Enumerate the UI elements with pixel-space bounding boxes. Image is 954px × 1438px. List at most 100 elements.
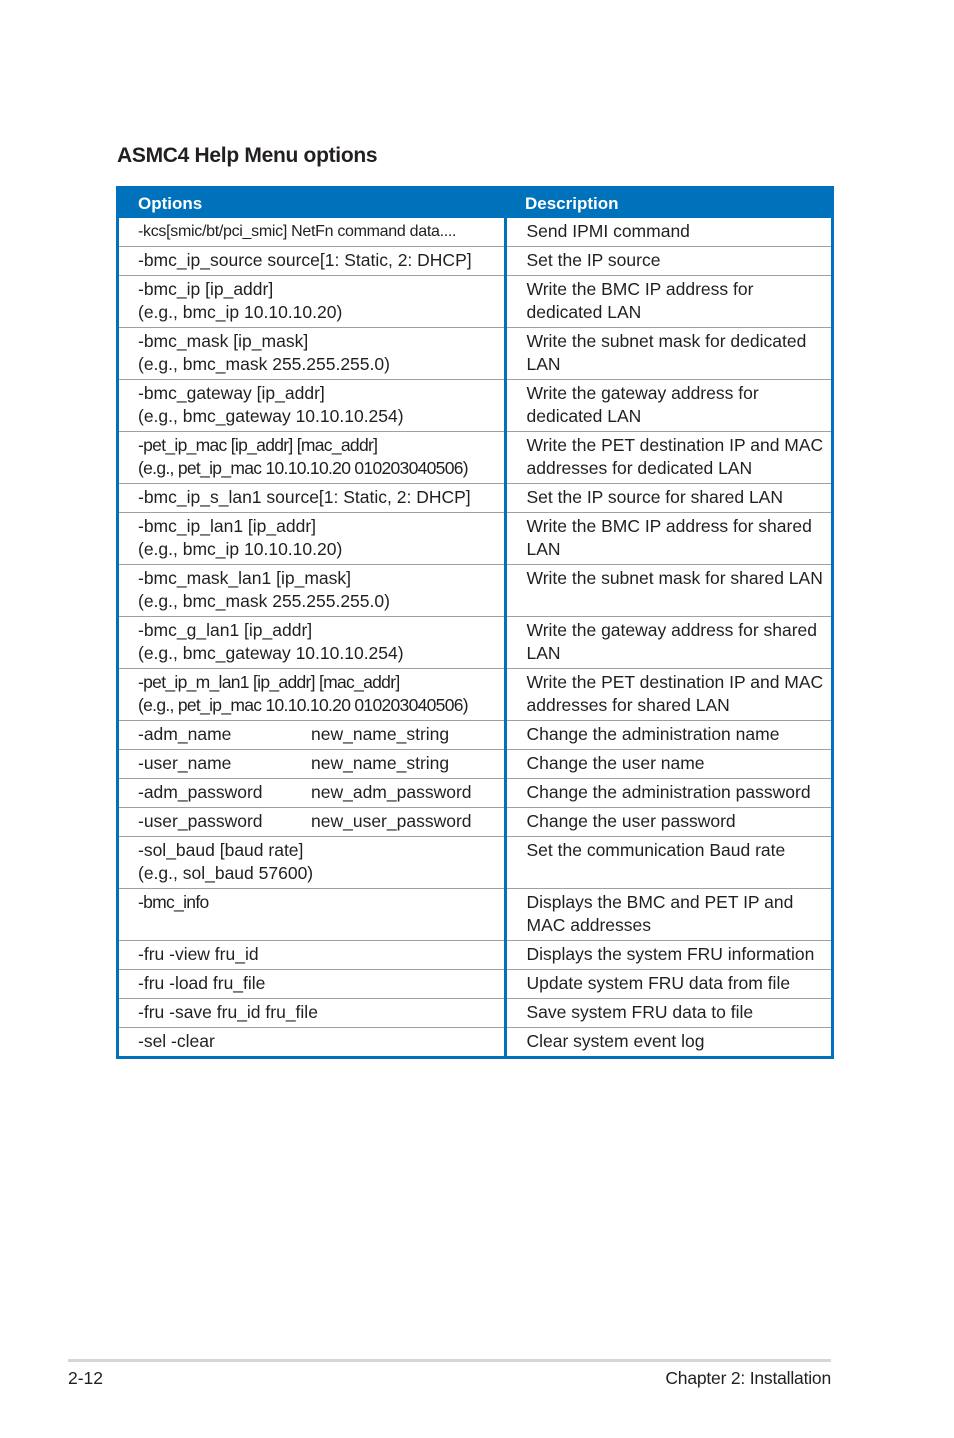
option-cell: -sol_baud [baud rate] (e.g., sol_baud 576… [119,836,505,889]
option-cell: -user_password new_user_password [119,807,505,837]
description-cell: Set the IP source [503,246,831,276]
description-cell: Clear system event log [503,1027,831,1056]
description-cell: Write the subnet mask for shared LAN [503,564,831,617]
option-cell: -bmc_mask [ip_mask] (e.g., bmc_mask 255.2… [119,327,505,380]
option-cell: -sel -clear [119,1028,505,1057]
option-cell: -bmc_ip_source source[1: Static, 2: DHCP… [119,246,505,276]
description-cell: Displays the BMC and PET IP and MAC addr… [503,888,831,941]
page-title: ASMC4 Help Menu options [117,144,378,167]
description-cell: Write the PET destination IP and MAC add… [503,431,831,484]
option-example [138,914,498,937]
option-argument: new_user_password [311,811,472,831]
description-cell: Change the user password [503,807,831,837]
option-cell: -bmc_ip [ip_addr] (e.g., bmc_ip 10.10.10.… [119,275,505,328]
option-cell: -bmc_gateway [ip_addr] (e.g., bmc_gateway… [119,379,505,432]
option-cell: -pet_ip_m_lan1 [ip_addr] [mac_addr] (e.g.… [119,668,505,721]
option-split: -adm_password new_adm_password [138,781,498,804]
option-example: (e.g., bmc_mask 255.255.255.0) [138,354,390,374]
option-flag: -user_name [138,753,232,773]
option-syntax: -pet_ip_m_lan1 [ip_addr] [mac_addr] [138,672,400,692]
option-flag: -adm_password [138,782,263,802]
table-row: -kcs[smic/bt/pci_smic] NetFn command dat… [119,218,831,247]
option-argument: new_name_string [311,753,450,773]
option-example: (e.g., bmc_mask 255.255.255.0) [138,591,390,611]
option-cell: -bmc_ip_s_lan1 source[1: Static, 2: DHCP… [119,483,505,513]
description-cell: Set the communication Baud rate [503,836,831,889]
table-row: -sel -clear Clear system event log [119,1027,831,1057]
option-example: (e.g., bmc_ip 10.10.10.20) [138,539,343,559]
table-row: -user_name new_name_string Change the user… [119,749,831,779]
description-cell: Write the PET destination IP and MAC add… [503,668,831,721]
table-row: -bmc_ip_lan1 [ip_addr] (e.g., bmc_ip 10.1… [119,512,831,565]
footer-divider [68,1359,831,1362]
option-example: (e.g., pet_ip_mac 10.10.10.20 0102030405… [138,695,469,715]
option-split: -user_password new_user_password [138,810,498,833]
table-row: -bmc_info Displays the BMC and PET IP an… [119,888,831,941]
option-argument: new_adm_password [311,782,472,802]
header-description: Description [505,189,831,218]
option-example: (e.g., bmc_gateway 10.10.10.254) [138,406,404,426]
option-syntax: -bmc_ip [ip_addr] [138,279,274,299]
option-syntax: -fru -load fru_file [138,973,266,993]
option-cell: -bmc_g_lan1 [ip_addr] (e.g., bmc_gateway … [119,616,505,669]
table-row: -bmc_ip_source source[1: Static, 2: DHCP… [119,246,831,276]
table-row: -fru -save fru_id fru_file Save system FR… [119,998,831,1028]
table-row: -fru -load fru_file Update system FRU dat… [119,969,831,999]
description-cell: Send IPMI command [503,218,831,247]
option-syntax: -bmc_mask_lan1 [ip_mask] [138,568,351,588]
table-row: -bmc_gateway [ip_addr] (e.g., bmc_gateway… [119,379,831,432]
option-cell: -fru -view fru_id [119,940,505,970]
option-cell: -user_name new_name_string [119,749,505,779]
option-argument: new_name_string [311,724,450,744]
option-example: (e.g., pet_ip_mac 10.10.10.20 0102030405… [138,458,469,478]
table-header-row: Options Description [119,189,831,218]
description-cell: Displays the system FRU information [503,940,831,970]
description-cell: Write the subnet mask for dedicated LAN [503,327,831,380]
option-flag: -adm_name [138,724,232,744]
table-row: -user_password new_user_password Change th… [119,807,831,837]
option-example: (e.g., bmc_gateway 10.10.10.254) [138,643,404,663]
table-row: -sol_baud [baud rate] (e.g., sol_baud 576… [119,836,831,889]
option-syntax: -bmc_ip_s_lan1 source[1: Static, 2: DHCP… [138,487,471,507]
table-row: -pet_ip_mac [ip_addr] [mac_addr] (e.g., p… [119,431,831,484]
table-row: -fru -view fru_id Displays the system FRU… [119,940,831,970]
option-cell: -adm_name new_name_string [119,720,505,750]
page-number: 2-12 [68,1368,104,1388]
option-cell: -kcs[smic/bt/pci_smic] NetFn command dat… [119,218,505,247]
table-row: -bmc_ip_s_lan1 source[1: Static, 2: DHCP… [119,483,831,513]
option-cell: -bmc_info [119,888,505,941]
option-syntax: -bmc_g_lan1 [ip_addr] [138,620,313,640]
description-cell: Write the gateway address for shared LAN [503,616,831,669]
table-row: -adm_name new_name_string Change the admin… [119,720,831,750]
option-cell: -fru -save fru_id fru_file [119,998,505,1028]
option-syntax: -sol_baud [baud rate] [138,840,304,860]
table-row: -bmc_mask_lan1 [ip_mask] (e.g., bmc_mask … [119,564,831,617]
option-cell: -bmc_mask_lan1 [ip_mask] (e.g., bmc_mask … [119,564,505,617]
option-syntax: -bmc_info [138,892,209,912]
description-cell: Save system FRU data to file [503,998,831,1028]
option-syntax: -bmc_ip_source source[1: Static, 2: DHCP… [138,250,472,270]
option-example: (e.g., bmc_ip 10.10.10.20) [138,302,343,322]
description-cell: Write the BMC IP address for dedicated L… [503,275,831,328]
option-syntax: -kcs[smic/bt/pci_smic] NetFn command dat… [138,223,457,240]
table-body: -kcs[smic/bt/pci_smic] NetFn command dat… [119,218,831,1056]
options-table: Options Description -kcs[smic/bt/pci_smi… [116,186,834,1059]
option-syntax: -pet_ip_mac [ip_addr] [mac_addr] [138,435,378,455]
option-syntax: -sel -clear [138,1031,215,1051]
description-cell: Write the BMC IP address for shared LAN [503,512,831,565]
option-syntax: -bmc_mask [ip_mask] [138,331,309,351]
table-row: -adm_password new_adm_password Change the … [119,778,831,808]
table-row: -bmc_ip [ip_addr] (e.g., bmc_ip 10.10.10.… [119,275,831,328]
table-row: -bmc_g_lan1 [ip_addr] (e.g., bmc_gateway … [119,616,831,669]
description-cell: Change the administration password [503,778,831,808]
option-split: -adm_name new_name_string [138,723,498,746]
description-cell: Write the gateway address for dedicated … [503,379,831,432]
table-row: -bmc_mask [ip_mask] (e.g., bmc_mask 255.2… [119,327,831,380]
header-options: Options [119,189,505,218]
option-cell: -bmc_ip_lan1 [ip_addr] (e.g., bmc_ip 10.1… [119,512,505,565]
option-cell: -fru -load fru_file [119,969,505,999]
option-cell: -pet_ip_mac [ip_addr] [mac_addr] (e.g., p… [119,431,505,484]
description-cell: Change the administration name [503,720,831,750]
option-syntax: -fru -view fru_id [138,944,259,964]
description-cell: Set the IP source for shared LAN [503,483,831,513]
